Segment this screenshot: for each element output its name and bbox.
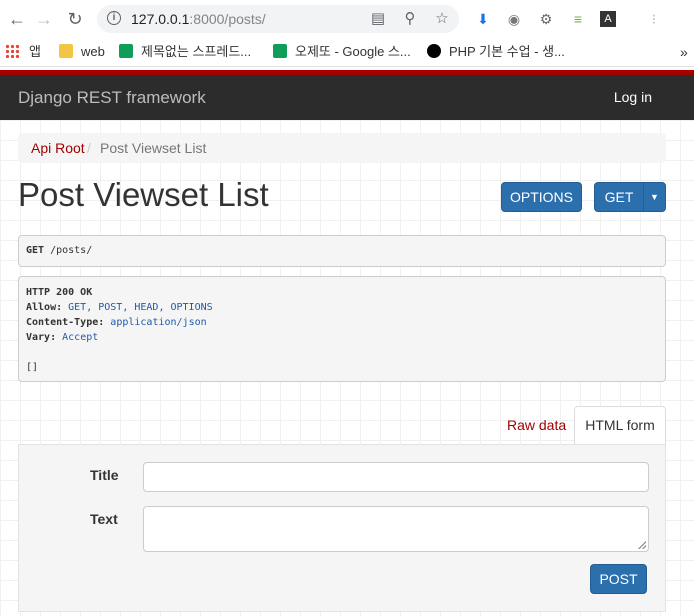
title-label: Title <box>90 467 119 483</box>
response-header-allow: Allow: GET, POST, HEAD, OPTIONS <box>26 300 658 315</box>
get-format-dropdown[interactable]: ▼ <box>643 182 666 212</box>
page-title: Post Viewset List <box>18 176 269 213</box>
response-header-vary: Vary: Accept <box>26 330 658 345</box>
menu-extension-icon[interactable]: ⁝ <box>644 9 664 29</box>
caret-down-icon: ▼ <box>650 192 659 202</box>
ladder-extension-icon[interactable]: ≡ <box>568 9 588 29</box>
tab-raw-data[interactable]: Raw data <box>507 417 566 433</box>
translate-icon[interactable]: ▤ <box>369 10 387 28</box>
response-spacer <box>26 345 658 360</box>
header-value: GET, POST, HEAD, OPTIONS <box>62 302 213 313</box>
bookmark-star-icon[interactable]: ☆ <box>433 10 451 28</box>
back-icon[interactable]: ← <box>6 8 28 30</box>
reload-icon[interactable]: ↻ <box>64 8 86 30</box>
header-key: Content-Type: <box>26 317 105 328</box>
sheets-icon <box>273 44 287 58</box>
text-textarea[interactable] <box>143 506 649 552</box>
options-button[interactable]: OPTIONS <box>501 182 582 212</box>
title-input[interactable] <box>143 462 649 492</box>
breadcrumb-separator: / <box>87 140 91 156</box>
forward-icon[interactable]: → <box>33 8 55 30</box>
request-info: GET /posts/ <box>18 235 666 267</box>
header-key: Allow: <box>26 302 63 313</box>
zoom-icon[interactable]: ⚲ <box>401 10 419 28</box>
request-method: GET <box>26 245 45 256</box>
text-label: Text <box>90 511 118 527</box>
text-extension-icon[interactable]: A <box>600 11 616 27</box>
bookmark-php[interactable]: PHP 기본 수업 - 생... <box>427 43 565 61</box>
bookmark-web[interactable]: web <box>59 43 105 61</box>
breadcrumb: Api Root / Post Viewset List <box>18 133 666 163</box>
apps-grid-icon <box>5 44 19 58</box>
bookmark-label: 오제또 - Google 스... <box>295 44 411 59</box>
request-path: /posts/ <box>44 245 93 256</box>
camera-extension-icon[interactable]: ◉ <box>504 9 524 29</box>
breadcrumb-api-root[interactable]: Api Root <box>31 133 85 163</box>
bookmarks-overflow-icon[interactable]: » <box>680 43 688 61</box>
resize-grip-icon[interactable] <box>638 541 646 549</box>
brand-link[interactable]: Django REST framework <box>18 88 206 108</box>
circle-icon <box>427 44 441 58</box>
site-info-icon[interactable]: i <box>107 11 121 25</box>
login-link[interactable]: Log in <box>614 89 652 105</box>
sheets-icon <box>119 44 133 58</box>
bookmark-apps[interactable]: 앱 <box>5 43 41 61</box>
header-value: application/json <box>104 317 207 328</box>
header-value: Accept <box>56 332 99 343</box>
page-content: Api Root / Post Viewset List Post Viewse… <box>0 120 694 616</box>
get-button[interactable]: GET <box>594 182 644 212</box>
tab-html-form[interactable]: HTML form <box>574 406 666 445</box>
response-info: HTTP 200 OK Allow: GET, POST, HEAD, OPTI… <box>18 276 666 382</box>
download-extension-icon[interactable]: ⬇ <box>473 9 493 29</box>
bookmark-label: web <box>81 44 105 59</box>
bookmark-spreadsheet[interactable]: 제목없는 스프레드... <box>119 43 251 61</box>
bookmark-label: 제목없는 스프레드... <box>141 44 252 59</box>
navbar: Django REST framework Log in <box>0 70 694 120</box>
header-key: Vary: <box>26 332 57 343</box>
address-bar[interactable]: i 127.0.0.1:8000/posts/ ▤ ⚲ ☆ <box>97 5 459 33</box>
bookmark-label: 앱 <box>29 44 41 59</box>
folder-icon <box>59 44 73 58</box>
browser-toolbar: ← → ↻ i 127.0.0.1:8000/posts/ ▤ ⚲ ☆ ⬇ ◉ … <box>0 0 694 38</box>
settings-extension-icon[interactable]: ⚙ <box>536 9 556 29</box>
response-header-content-type: Content-Type: application/json <box>26 315 658 330</box>
bookmark-label: PHP 기본 수업 - 생... <box>449 44 565 59</box>
response-status: HTTP 200 OK <box>26 287 93 298</box>
post-button[interactable]: POST <box>590 564 647 594</box>
url-text[interactable]: 127.0.0.1:8000/posts/ <box>131 11 266 27</box>
post-form: Title Text <box>18 444 666 612</box>
breadcrumb-current: Post Viewset List <box>100 140 207 156</box>
bookmark-google-sheet[interactable]: 오제또 - Google 스... <box>273 43 411 61</box>
response-body: [] <box>26 362 39 373</box>
bookmarks-bar: 앱 web 제목없는 스프레드... 오제또 - Google 스... PHP… <box>0 38 694 67</box>
